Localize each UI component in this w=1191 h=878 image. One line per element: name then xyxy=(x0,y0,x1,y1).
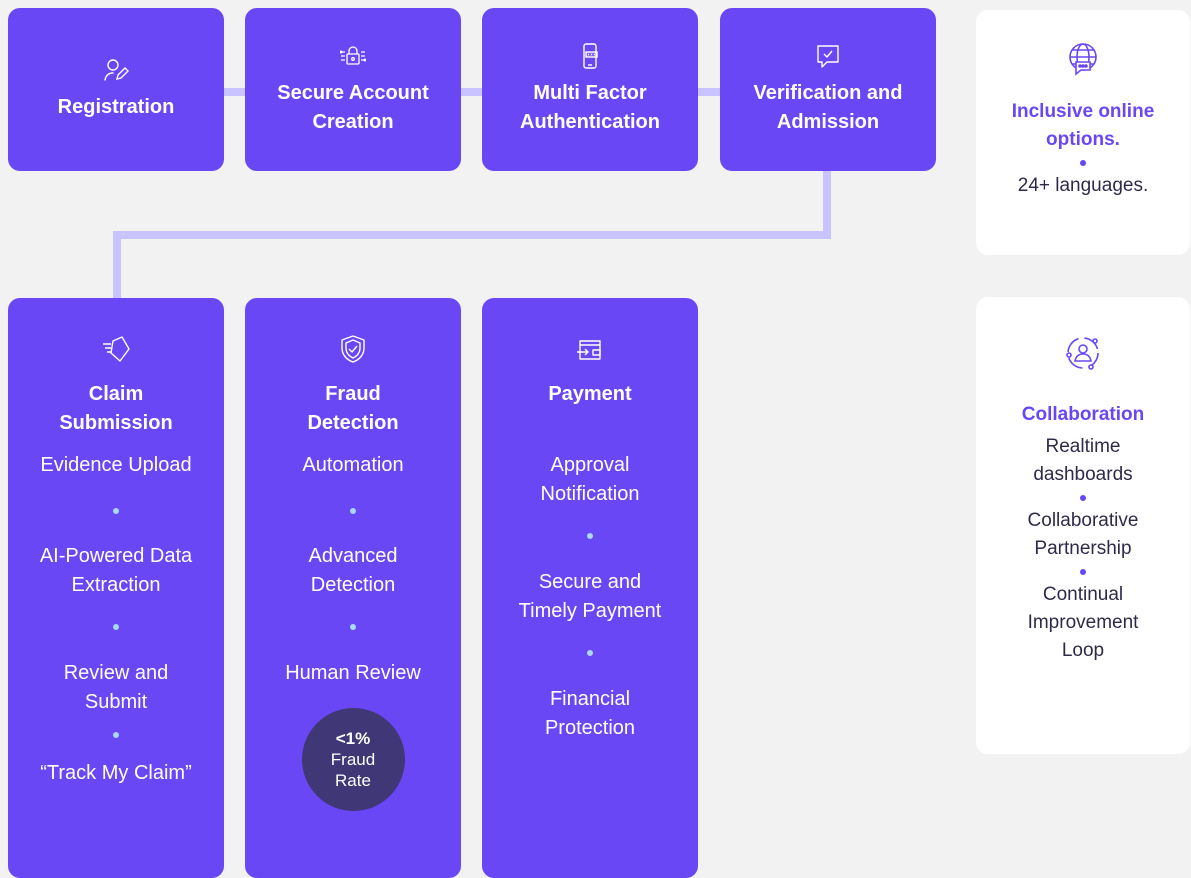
bullet-dot xyxy=(113,732,119,738)
connector-mid xyxy=(113,231,831,239)
list-item: Secure and Timely Payment xyxy=(482,568,698,626)
list-item: Financial Protection xyxy=(482,685,698,743)
inclusive-title-line2: options. xyxy=(1046,129,1120,150)
item-line: Submit xyxy=(84,691,148,713)
item-line: Review and xyxy=(63,662,169,684)
bullet-dot xyxy=(1080,160,1086,166)
step-title-line2: Creation xyxy=(312,110,394,133)
bullet-dot xyxy=(1080,569,1086,575)
collaboration-title: Collaboration xyxy=(1021,404,1145,425)
item-line: AI-Powered Data xyxy=(39,545,193,567)
circuit-lock-icon xyxy=(340,45,366,65)
bullet-dot xyxy=(587,650,593,656)
item-line: Improvement xyxy=(1027,612,1139,633)
user-edit-icon xyxy=(104,59,129,81)
item-line: “Track My Claim” xyxy=(40,762,192,784)
user-cycle-icon xyxy=(1066,337,1099,370)
item-line: Timely Payment xyxy=(518,600,662,622)
item-line: Secure and xyxy=(538,571,642,593)
bullet-dot xyxy=(113,624,119,630)
list-item: AI-Powered Data Extraction xyxy=(8,542,224,600)
fraud-rate-label-line1: Fraud xyxy=(330,750,376,769)
connector-down xyxy=(823,165,831,238)
item-line: Loop xyxy=(1061,640,1105,661)
item-line: Realtime xyxy=(1045,436,1121,457)
item-line: Protection xyxy=(544,717,636,739)
step-title-line1: Verification and xyxy=(753,81,903,104)
bullet-dot xyxy=(113,508,119,514)
shield-check-icon xyxy=(341,335,365,363)
list-item: Automation xyxy=(245,451,461,480)
connector-left-down xyxy=(113,231,121,303)
item-line: Advanced xyxy=(308,545,398,567)
item-line: Human Review xyxy=(285,662,421,684)
collaboration-card: Collaboration Realtime dashboards Collabo… xyxy=(976,297,1190,754)
column-title-line1: Fraud xyxy=(325,383,381,405)
item-line: Extraction xyxy=(71,574,161,596)
languages-item: 24+ languages. xyxy=(1017,175,1149,196)
bullet-dot xyxy=(350,624,356,630)
item-line: Detection xyxy=(310,574,396,596)
inclusive-options-card: Inclusive online options. 24+ languages. xyxy=(976,10,1190,255)
column-title-line1: Claim xyxy=(88,383,144,405)
step-mfa: Multi Factor Authentication xyxy=(482,8,698,171)
column-claim-submission: Claim Submission Evidence Upload AI-Powe… xyxy=(8,298,224,878)
column-title-line2: Detection xyxy=(307,412,399,434)
item-line: Evidence Upload xyxy=(40,454,192,476)
list-item: Advanced Detection xyxy=(245,542,461,600)
wallet-arrow-icon xyxy=(577,340,601,360)
list-item: Approval Notification xyxy=(482,451,698,509)
phone-password-icon xyxy=(583,42,598,69)
step-title-line1: Multi Factor xyxy=(533,81,647,104)
list-item: Human Review xyxy=(245,659,461,688)
item-line: Continual xyxy=(1042,584,1124,605)
list-item: Evidence Upload xyxy=(8,451,224,480)
tag-arrow-icon xyxy=(103,336,130,362)
inclusive-title-line1: Inclusive online xyxy=(1011,101,1155,122)
item-line: Automation xyxy=(302,454,404,476)
bullet-dot xyxy=(587,533,593,539)
fraud-rate-badge: <1% Fraud Rate xyxy=(301,708,405,811)
step-verification: Verification and Admission xyxy=(720,8,936,171)
list-item: Realtime dashboards xyxy=(976,433,1190,489)
step-title-line2: Admission xyxy=(776,110,880,133)
step-secure-account: Secure Account Creation xyxy=(245,8,461,171)
item-line: Collaborative xyxy=(1027,510,1139,531)
chat-check-icon xyxy=(817,44,839,68)
step-title: Registration xyxy=(57,96,175,118)
column-fraud-detection: Fraud Detection Automation Advanced Detec… xyxy=(245,298,461,878)
item-line: Partnership xyxy=(1034,538,1132,559)
bullet-dot xyxy=(1080,495,1086,501)
globe-chat-icon xyxy=(1069,43,1097,76)
item-line: Approval xyxy=(550,454,630,476)
bullet-dot xyxy=(350,508,356,514)
item-line: Notification xyxy=(540,483,640,505)
list-item: “Track My Claim” xyxy=(8,759,224,788)
step-registration: Registration xyxy=(8,8,224,171)
fraud-rate-value: <1% xyxy=(335,729,371,748)
column-title-line2: Submission xyxy=(59,412,173,434)
list-item: Collaborative Partnership xyxy=(976,507,1190,563)
fraud-rate-label-line2: Rate xyxy=(335,771,371,790)
step-title-line2: Authentication xyxy=(520,110,660,133)
list-item: Review and Submit xyxy=(8,659,224,717)
item-line: Financial xyxy=(549,688,631,710)
list-item: Continual Improvement Loop xyxy=(976,581,1190,665)
step-title-line1: Secure Account xyxy=(277,81,429,104)
column-payment: Payment Approval Notification Secure and T… xyxy=(482,298,698,878)
item-line: dashboards xyxy=(1033,464,1133,485)
column-title-line1: Payment xyxy=(548,383,632,405)
